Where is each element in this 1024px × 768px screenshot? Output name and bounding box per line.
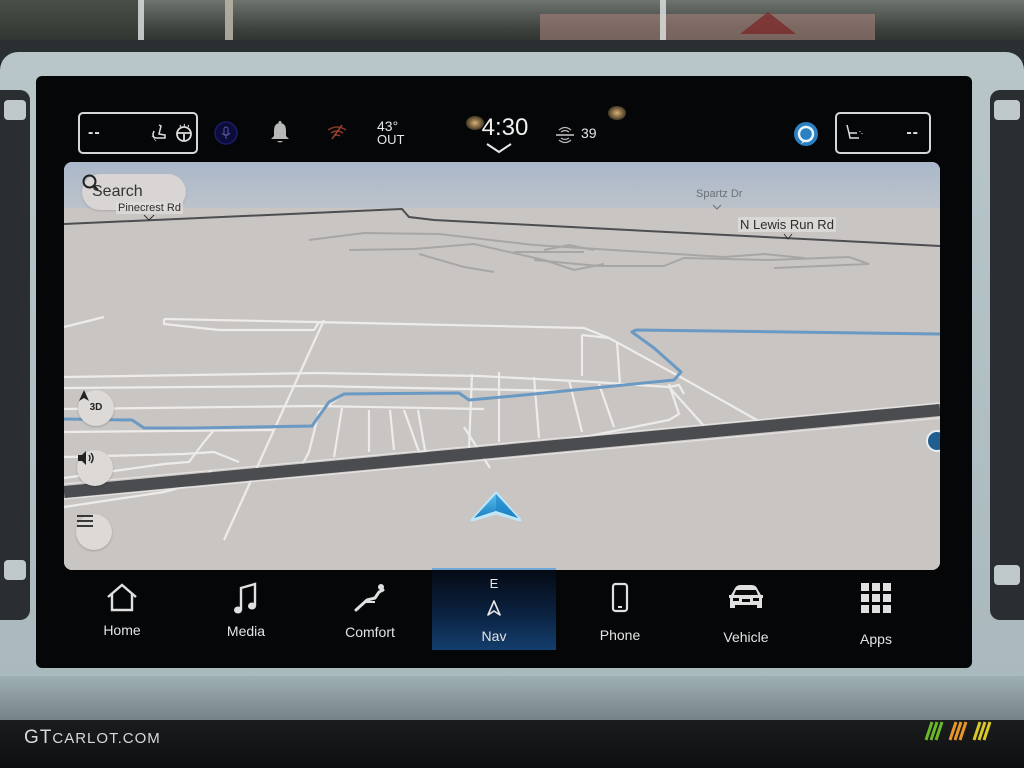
map-horizon (64, 162, 940, 208)
menu-icon (77, 515, 93, 527)
building (540, 14, 875, 42)
search-icon (82, 174, 99, 191)
nav-label: Vehicle (723, 629, 769, 645)
driver-seat-value: -- (88, 124, 101, 141)
voice-assistant-icon[interactable] (214, 121, 238, 145)
nav-item-phone[interactable]: Phone (558, 568, 682, 650)
nav-item-vehicle[interactable]: Vehicle (684, 568, 808, 650)
view-mode-3d-button[interactable]: 3D (78, 390, 114, 426)
nav-label: Comfort (345, 624, 395, 640)
music-note-icon (234, 582, 257, 614)
watermark-logo: GTCARLOT.COM (24, 727, 161, 749)
outside-temperature: 43° OUT (377, 119, 404, 147)
phone-icon (611, 582, 629, 613)
nav-item-apps[interactable]: Apps (814, 568, 938, 650)
apps-grid-icon (861, 583, 891, 613)
nav-item-home[interactable]: Home (60, 568, 184, 650)
light-pole (660, 0, 666, 45)
no-signal-icon (327, 124, 347, 140)
navigation-map[interactable]: Search Pinecrest Rd Spartz Dr N Lewis Ru… (64, 162, 940, 570)
nav-label: Media (226, 623, 266, 639)
light-pole (138, 0, 144, 45)
view-mode-label: 3D (89, 402, 103, 413)
nav-item-nav[interactable]: E Nav (432, 568, 556, 650)
clock[interactable]: 4:30 (470, 114, 540, 142)
car-icon (729, 585, 763, 608)
notification-bell-icon[interactable] (269, 120, 291, 146)
bezel-bottom (0, 676, 1024, 726)
building-roof (740, 12, 796, 34)
status-bar: -- 43° OUT 4:30 39 -- (36, 76, 972, 162)
right-air-vent (990, 90, 1024, 620)
watermark-brand: GT (24, 727, 53, 748)
light-pole (225, 0, 233, 45)
watermark-domain: CARLOT.COM (52, 730, 161, 747)
compass-arrow-icon (79, 390, 89, 401)
temperature-value: 43° (377, 118, 399, 134)
left-air-vent (0, 90, 30, 620)
passenger-seat-value: -- (906, 124, 919, 141)
nav-label: Apps (860, 631, 892, 647)
screen-glare (608, 106, 626, 120)
chevron-down-icon[interactable] (485, 142, 513, 154)
home-icon (107, 583, 137, 612)
heated-steering-wheel-icon[interactable] (174, 123, 194, 143)
bottom-nav-bar: Home Media Comfort E Nav Phone Vehicle A… (36, 568, 972, 668)
compass-heading: E (489, 576, 499, 591)
alexa-icon[interactable] (793, 121, 819, 147)
nav-label: Home (103, 622, 141, 638)
map-menu-button[interactable] (76, 514, 112, 550)
street-label: Pinecrest Rd (116, 202, 183, 214)
ventilated-seat-icon[interactable] (843, 123, 865, 143)
nav-item-media[interactable]: Media (184, 568, 308, 650)
nav-item-comfort[interactable]: Comfort (308, 568, 432, 650)
seat-recline-icon (354, 584, 385, 612)
watermark-stripes-icon (924, 721, 992, 741)
tree-line (0, 0, 140, 45)
passenger-climate-control[interactable]: -- (835, 112, 931, 154)
sirius-xm-icon[interactable] (554, 124, 576, 146)
volume-icon (78, 451, 94, 465)
street-label: Spartz Dr (696, 188, 743, 200)
street-label: N Lewis Run Rd (738, 217, 836, 232)
infotainment-screen: -- 43° OUT 4:30 39 -- Search Pinecrest R… (36, 76, 972, 668)
nav-label: Nav (481, 628, 507, 644)
navigation-arrow-icon (487, 600, 501, 616)
driver-climate-control[interactable]: -- (78, 112, 198, 154)
temperature-label: OUT (377, 132, 405, 147)
nav-label: Phone (599, 627, 641, 643)
volume-button[interactable] (77, 450, 113, 486)
heated-seat-icon[interactable] (148, 123, 168, 143)
radio-channel: 39 (581, 125, 597, 141)
